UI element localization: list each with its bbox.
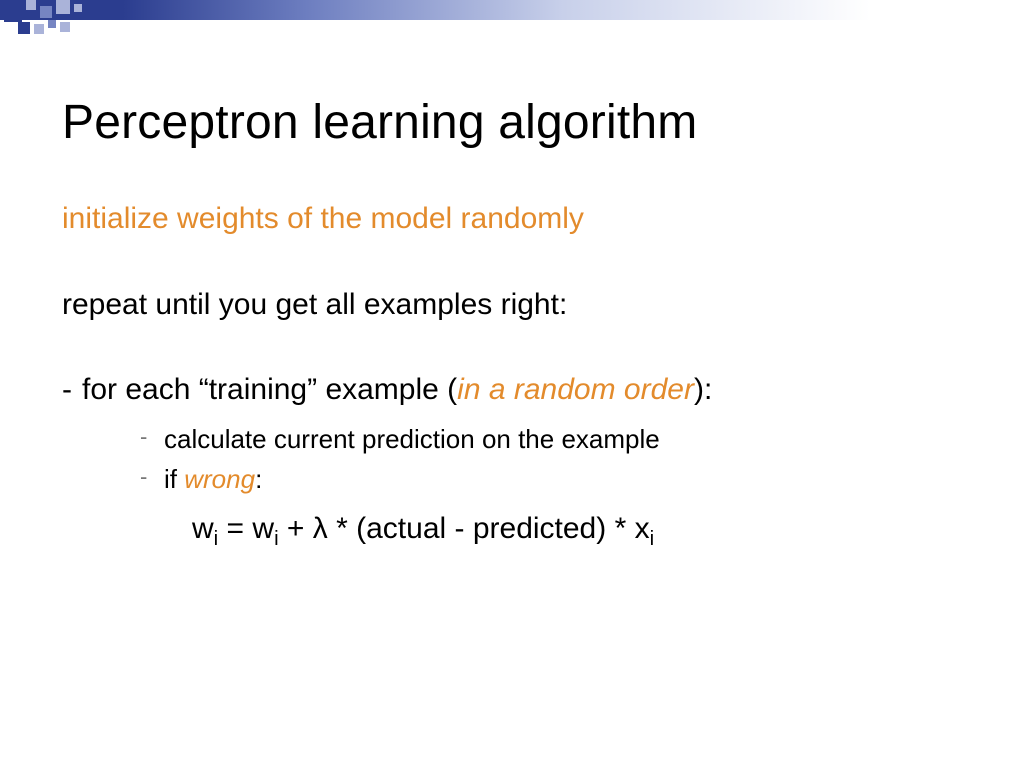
slide-body: initialize weights of the model randomly… — [62, 200, 984, 547]
formula-subscript: i — [650, 528, 655, 550]
bullet-dash-icon: - — [140, 463, 164, 491]
formula-part: = w — [218, 512, 274, 545]
decor-square — [56, 0, 70, 14]
text-wrong: wrong — [184, 464, 255, 494]
sub-bullet-if-wrong: - if wrong: — [140, 463, 984, 496]
text-segment: : — [255, 464, 262, 494]
decor-square — [18, 22, 30, 34]
decor-square — [4, 4, 22, 22]
decor-square — [74, 4, 82, 12]
text-random-order: in a random order — [457, 373, 694, 406]
decorative-header — [0, 0, 1024, 40]
bullet-for-each-text: for each “training” example (in a random… — [82, 371, 712, 409]
text-segment: ): — [694, 373, 712, 406]
formula-part: w — [192, 512, 214, 545]
bullet-dash-icon: - — [62, 371, 82, 409]
update-formula: wi = wi + λ * (actual - predicted) * xi — [192, 510, 984, 548]
slide: Perceptron learning algorithm initialize… — [0, 0, 1024, 768]
bullet-dash-icon: - — [140, 423, 164, 451]
decor-square — [40, 6, 52, 18]
sub-bullet-list: - calculate current prediction on the ex… — [140, 423, 984, 496]
bullet-for-each: - for each “training” example (in a rand… — [62, 371, 984, 409]
text-initialize: initialize weights of the model randomly — [62, 200, 984, 238]
text-calculate: calculate current prediction on the exam… — [164, 423, 660, 456]
header-gradient — [0, 0, 1024, 20]
decor-square — [26, 0, 36, 10]
text-if-wrong: if wrong: — [164, 463, 262, 496]
decor-square — [60, 22, 70, 32]
text-segment: for each “training” example ( — [82, 373, 457, 406]
text-repeat: repeat until you get all examples right: — [62, 286, 984, 324]
sub-bullet-calculate: - calculate current prediction on the ex… — [140, 423, 984, 456]
text-segment: if — [164, 464, 184, 494]
decor-square — [34, 24, 44, 34]
decor-square — [48, 20, 56, 28]
slide-title: Perceptron learning algorithm — [62, 95, 697, 150]
formula-part: + λ * (actual - predicted) * x — [279, 512, 650, 545]
